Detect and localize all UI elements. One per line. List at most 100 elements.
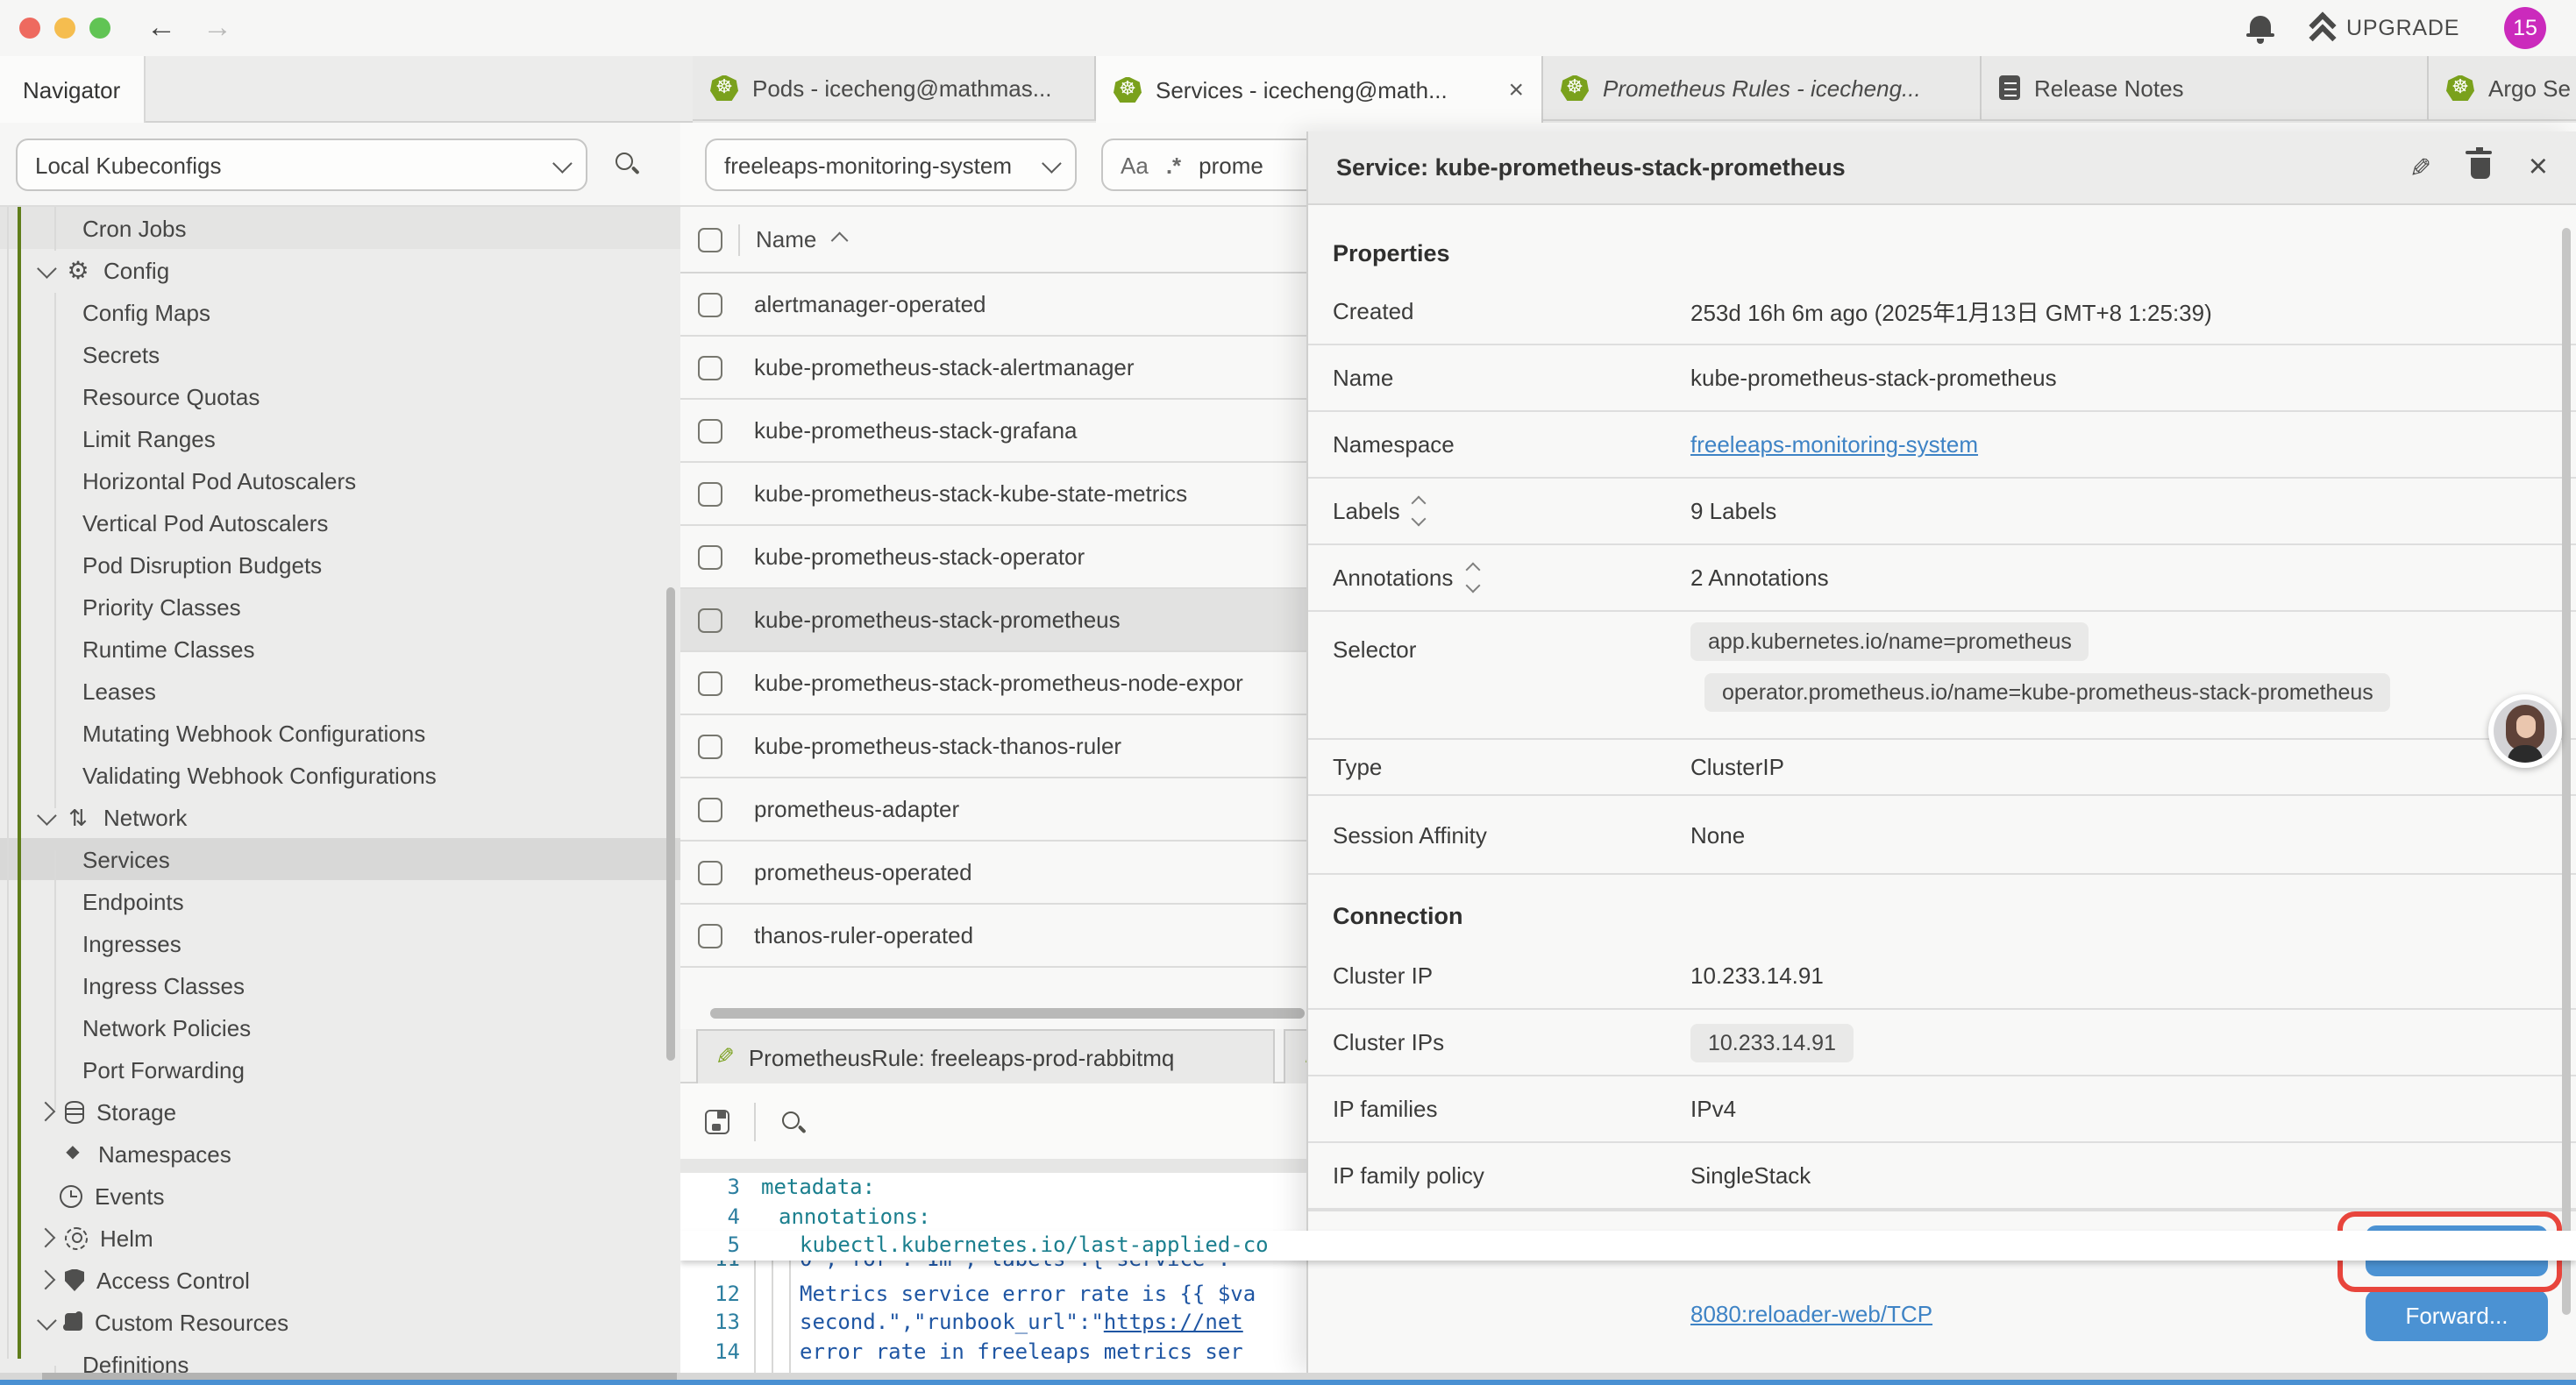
select-all-checkbox[interactable] [698,227,722,252]
sidebar-tree-item[interactable]: Leases [0,670,680,712]
sidebar-scrollbar[interactable] [666,587,675,1061]
tree-chevron-icon[interactable] [37,1310,57,1331]
sidebar-tree-item[interactable]: Network Policies [0,1006,680,1048]
sidebar-tree-item[interactable]: Events [0,1175,680,1217]
avatar-face [2516,715,2535,738]
sidebar-tree-item[interactable]: Ingress Classes [0,964,680,1006]
delete-icon[interactable] [2471,157,2490,178]
tree-item-icon [60,1140,86,1167]
column-divider [738,224,740,255]
table-horizontal-scrollbar[interactable] [710,1008,1305,1019]
row-checkbox[interactable] [698,481,722,506]
namespace-link[interactable]: freeleaps-monitoring-system [1690,431,1978,458]
sidebar-tree-item[interactable]: Config Maps [0,291,680,333]
sidebar-tree-item[interactable]: Resource Quotas [0,375,680,417]
sidebar-tree-item[interactable]: Helm [0,1217,680,1259]
sidebar-tree-item[interactable]: Vertical Pod Autoscalers [0,501,680,543]
tab-services[interactable]: Services - icecheng@math... × [1096,56,1543,123]
kubeconfig-row: Local Kubeconfigs [0,123,680,207]
row-checkbox[interactable] [698,355,722,380]
search-icon[interactable] [614,151,638,175]
port-link-8080[interactable]: 8080:reloader-web/TCP [1690,1301,1932,1327]
tree-chevron-icon[interactable] [37,806,57,826]
sidebar-tree-item[interactable]: Limit Ranges [0,417,680,459]
save-icon[interactable] [705,1109,729,1133]
sidebar-tree-item[interactable]: Pod Disruption Budgets [0,543,680,586]
tree-chevron-icon[interactable] [36,1102,56,1122]
forward-arrow-icon[interactable]: → [196,7,238,49]
sidebar-tree-item[interactable]: Namespaces [0,1133,680,1175]
row-checkbox[interactable] [698,418,722,443]
expand-collapse-icon[interactable] [1414,499,1425,524]
tab-pods[interactable]: Pods - icecheng@mathmas... [693,56,1096,121]
sidebar-horizontal-scrollbar[interactable] [42,1373,677,1380]
line-number: 13 [680,1310,761,1335]
row-checkbox[interactable] [698,607,722,632]
row-checkbox[interactable] [698,860,722,884]
editor-search-icon[interactable] [780,1109,805,1133]
close-tab-icon[interactable]: × [1498,75,1524,104]
sidebar-tree-item[interactable]: Secrets [0,333,680,375]
close-window-button[interactable] [19,18,40,39]
close-drawer-icon[interactable]: × [2529,151,2548,184]
property-row-annotations: Annotations 2 Annotations [1308,545,2576,612]
kubeconfig-selector[interactable]: Local Kubeconfigs [16,138,587,191]
name-column-header[interactable]: Name [756,226,816,252]
sidebar-tree-item[interactable]: Network [0,796,680,838]
sidebar-tree-item[interactable]: Storage [0,1090,680,1133]
sort-ascending-icon[interactable] [830,232,848,250]
sidebar-tree-item[interactable]: Endpoints [0,880,680,922]
sidebar-tree-item[interactable]: Mutating Webhook Configurations [0,712,680,754]
sidebar-tree-item[interactable]: Access Control [0,1259,680,1301]
chevron-down-icon [552,153,573,174]
back-arrow-icon[interactable]: ← [140,7,182,49]
match-case-toggle[interactable]: Aa [1121,152,1149,178]
namespace-selector[interactable]: freeleaps-monitoring-system [705,138,1077,191]
sidebar-tree-item[interactable]: Horizontal Pod Autoscalers [0,459,680,501]
regex-toggle[interactable]: .* [1166,152,1181,178]
tree-chevron-icon[interactable] [36,1270,56,1290]
selector-chip: app.kubernetes.io/name=prometheus [1690,622,2089,661]
sidebar-tree-item[interactable]: Ingresses [0,922,680,964]
sidebar-tree-item[interactable]: Custom Resources [0,1301,680,1343]
minimize-window-button[interactable] [54,18,75,39]
navigator-sidebar: Local Kubeconfigs Cron Jobs Config [0,123,680,1373]
drawer-scrollbar[interactable] [2562,228,2571,1315]
sidebar-tree-item[interactable]: Services [0,838,680,880]
tree-item-icon [60,1184,82,1207]
service-details-drawer: Service: kube-prometheus-stack-prometheu… [1306,131,2576,1373]
code-link[interactable]: https://net [1104,1310,1243,1335]
row-checkbox[interactable] [698,292,722,316]
tree-item-icon [65,257,91,283]
tree-chevron-icon[interactable] [37,259,57,279]
navigator-panel-tab[interactable]: Navigator [0,56,146,123]
tab-release-notes[interactable]: Release Notes [1982,56,2429,121]
tab-argo[interactable]: Argo Se [2429,56,2576,121]
tab-prometheus-rules[interactable]: Prometheus Rules - icecheng... [1543,56,1982,121]
edit-pencil-icon: ✎ [715,1043,735,1071]
row-checkbox[interactable] [698,544,722,569]
sidebar-tree-item[interactable]: Validating Webhook Configurations [0,754,680,796]
avatar[interactable] [2488,694,2562,768]
expand-collapse-icon[interactable] [1467,565,1477,591]
tree-chevron-icon[interactable] [36,1228,56,1248]
row-checkbox[interactable] [698,671,722,695]
sidebar-tree-item[interactable]: Port Forwarding [0,1048,680,1090]
notifications-bell-icon[interactable] [2250,16,2271,35]
sidebar-tree-item[interactable]: Runtime Classes [0,628,680,670]
editor-tab-prometheusrule[interactable]: ✎ PrometheusRule: freeleaps-prod-rabbitm… [696,1029,1275,1083]
notification-count-badge[interactable]: 15 [2504,7,2546,49]
upgrade-chevrons-icon[interactable] [2308,12,2334,40]
sidebar-tree-item[interactable]: Config [0,249,680,291]
sidebar-tree-item[interactable]: Priority Classes [0,586,680,628]
forward-button-8080[interactable]: Forward... [2366,1290,2548,1341]
sidebar-tree-item[interactable]: Cron Jobs [0,207,680,249]
row-checkbox[interactable] [698,734,722,758]
maximize-window-button[interactable] [89,18,110,39]
sidebar-tree-item[interactable]: Definitions [0,1343,680,1373]
edit-icon[interactable]: ✎ [2410,152,2432,183]
kubernetes-icon [1561,75,1589,101]
row-checkbox[interactable] [698,923,722,948]
row-checkbox[interactable] [698,797,722,821]
upgrade-label[interactable]: UPGRADE [2346,16,2459,40]
